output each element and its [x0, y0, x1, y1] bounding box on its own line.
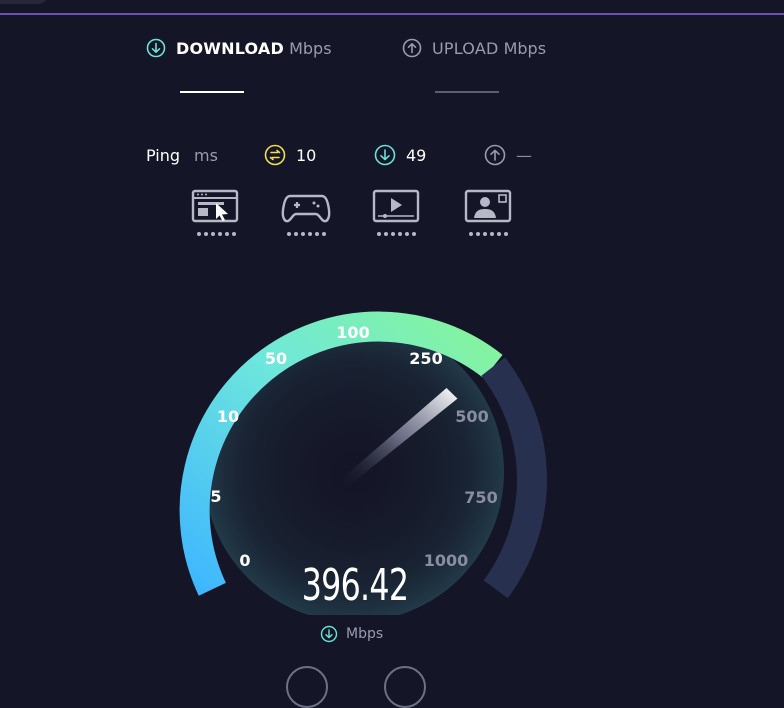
streaming-quality[interactable] [370, 188, 430, 240]
ping-unit: ms [194, 145, 218, 165]
ping-idle: 10 [264, 143, 316, 167]
ping-download-value: 49 [406, 145, 427, 165]
speed-readout: 396.42 [301, 560, 409, 611]
ping-upload: — [484, 143, 532, 167]
browsing-icon [191, 189, 239, 223]
ping-idle-value: 10 [296, 145, 317, 165]
upload-metric[interactable]: UPLOAD Mbps [402, 36, 546, 60]
download-metric[interactable]: DOWNLOAD Mbps [146, 36, 332, 60]
download-unit-icon [320, 625, 338, 643]
upload-underline [435, 91, 499, 93]
video-call-icon [464, 189, 512, 223]
ping-download: 49 [374, 143, 426, 167]
gaming-dots [287, 232, 326, 236]
top-divider [0, 13, 784, 15]
bottom-button-right[interactable] [384, 666, 426, 708]
upload-latency-icon [484, 144, 506, 166]
download-underline [180, 91, 244, 93]
speed-unit: Mbps [320, 624, 383, 644]
download-unit: Mbps [289, 38, 332, 58]
gauge-tick-100: 100 [336, 323, 369, 342]
gauge-tick-5: 5 [210, 487, 221, 506]
bottom-button-left[interactable] [286, 666, 328, 708]
gaming-icon [281, 194, 331, 223]
ping-upload-value: — [516, 145, 532, 165]
top-bar [0, 0, 784, 15]
download-latency-icon [374, 144, 396, 166]
gauge-tick-50: 50 [265, 349, 287, 368]
video-call-quality[interactable] [462, 188, 522, 240]
browsing-quality[interactable] [190, 188, 250, 240]
window-tab[interactable] [0, 0, 48, 4]
download-arrow-icon [146, 38, 166, 58]
download-label: DOWNLOAD [176, 38, 284, 58]
upload-arrow-icon [402, 38, 422, 58]
upload-unit: Mbps [503, 38, 547, 58]
gauge-tick-0: 0 [239, 551, 250, 570]
upload-label: UPLOAD [432, 38, 499, 58]
ping-label-group: Ping ms [146, 143, 218, 167]
browsing-dots [197, 232, 236, 236]
speed-unit-label: Mbps [346, 626, 384, 642]
streaming-icon [372, 189, 420, 223]
streaming-dots [377, 232, 416, 236]
gauge-tick-250: 250 [409, 349, 442, 368]
gauge-tick-10: 10 [217, 407, 239, 426]
gauge-tick-750: 750 [464, 488, 497, 507]
gaming-quality[interactable] [280, 188, 340, 240]
ping-label: Ping [146, 145, 181, 165]
idle-latency-icon [264, 144, 286, 166]
gauge-tick-500: 500 [455, 407, 488, 426]
video-call-dots [469, 232, 508, 236]
